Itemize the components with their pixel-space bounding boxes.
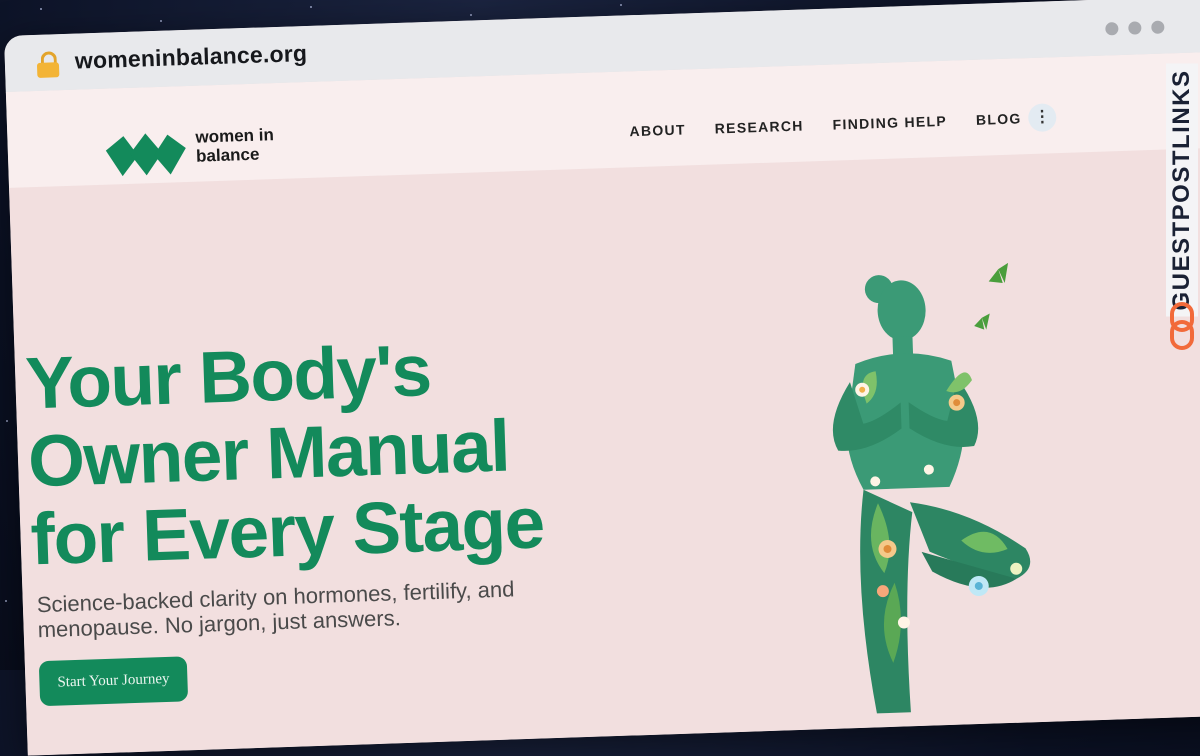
start-journey-button[interactable]: Start Your Journey (38, 656, 189, 707)
browser-window: womeninbalance.org women in balance ABOU… (4, 0, 1200, 756)
hero-headline: Your Body's Owner Manual for Every Stage (24, 330, 545, 581)
hero-section: Your Body's Owner Manual for Every Stage… (9, 146, 1200, 756)
nav-finding-help[interactable]: FINDING HELP (832, 113, 947, 133)
nav-blog[interactable]: BLOG (976, 110, 1022, 128)
logo-icon[interactable] (103, 130, 188, 179)
window-dot-icon[interactable] (1151, 20, 1165, 34)
logo-line-1: women in (195, 125, 275, 147)
address-bar[interactable]: womeninbalance.org (74, 40, 307, 75)
logo-text[interactable]: women in balance (195, 125, 275, 166)
yoga-figure-illustration (792, 248, 1048, 731)
main-nav: ABOUT RESEARCH FINDING HELP BLOG (629, 110, 1022, 139)
lock-icon (36, 51, 60, 78)
more-menu-button[interactable]: ⋮ (1027, 103, 1057, 133)
watermark-text: GUESTPOSTLINKS (1166, 63, 1198, 317)
window-dot-icon[interactable] (1128, 21, 1142, 35)
logo-line-2: balance (195, 144, 260, 166)
window-controls (1105, 20, 1165, 36)
window-dot-icon[interactable] (1105, 22, 1119, 36)
hero-subtext: Science-backed clarity on hormones, fert… (36, 576, 515, 643)
guestpostlinks-watermark: GUESTPOSTLINKS (1162, 50, 1200, 370)
nav-research[interactable]: RESEARCH (714, 118, 803, 137)
chain-link-icon (1170, 302, 1194, 350)
vertical-dots-icon: ⋮ (1033, 108, 1051, 126)
nav-about[interactable]: ABOUT (629, 121, 686, 139)
